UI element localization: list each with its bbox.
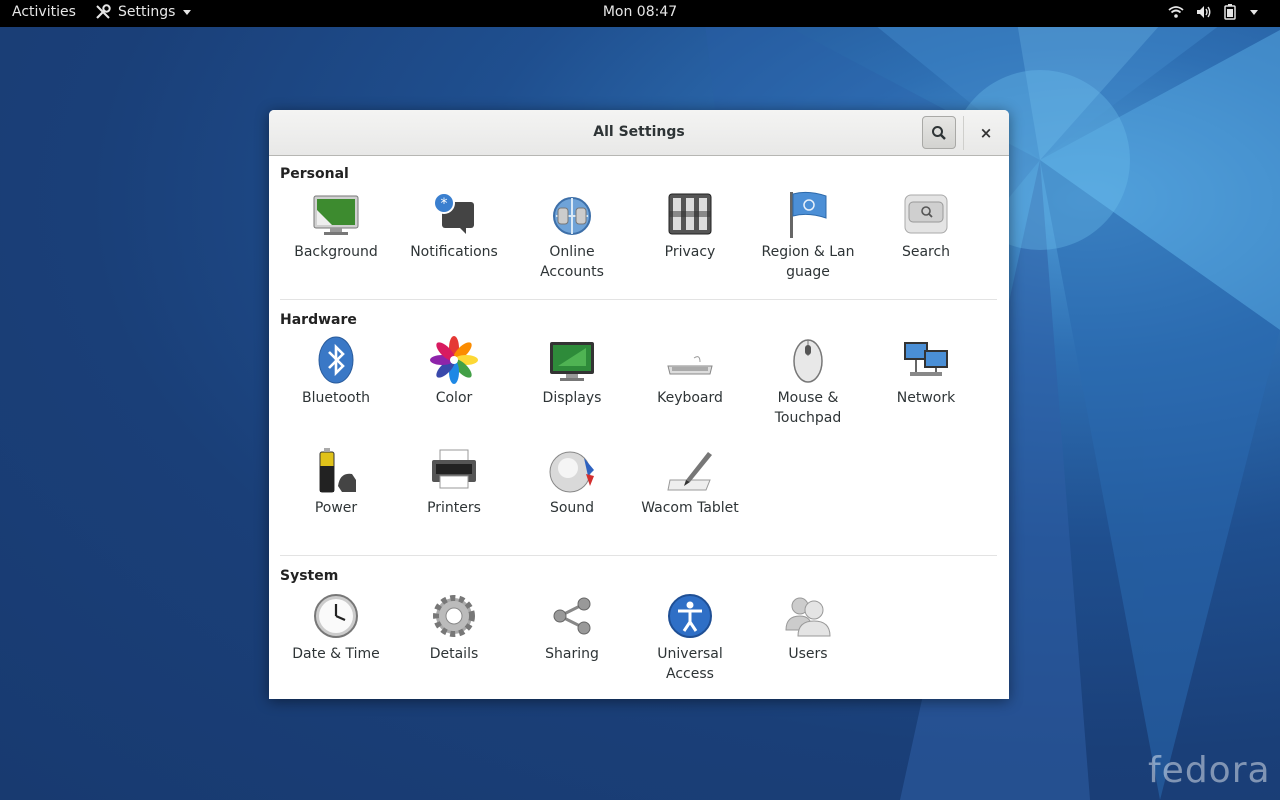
svg-text:*: * — [441, 196, 448, 212]
accessibility-icon — [668, 594, 712, 638]
app-menu-label: Settings — [118, 4, 176, 20]
panel-label: Sharing — [545, 646, 599, 662]
panel-bluetooth[interactable]: Bluetooth — [277, 336, 395, 408]
panel-users[interactable]: Users — [749, 592, 867, 664]
search-icon — [932, 125, 946, 140]
panel-search[interactable]: Search — [867, 190, 985, 262]
panel-region-language[interactable]: Region & Lan guage — [749, 190, 867, 282]
panel-universal-access[interactable]: Universal Access — [631, 592, 749, 684]
window-title: All Settings — [593, 124, 685, 140]
power-icon — [319, 448, 356, 493]
header-bar: All Settings × — [269, 110, 1009, 156]
online-accounts-icon — [553, 197, 591, 235]
panel-label: Users — [788, 646, 828, 662]
sound-icon — [549, 451, 594, 493]
panel-color[interactable]: Color — [395, 336, 513, 408]
privacy-icon — [668, 193, 712, 235]
users-icon — [785, 597, 831, 637]
panel-date-time[interactable]: Date & Time — [277, 592, 395, 664]
panel-sound[interactable]: Sound — [513, 446, 631, 518]
panel-background[interactable]: Background — [277, 190, 395, 262]
panel-label: Power — [314, 500, 358, 516]
panel-label: Date & Time — [292, 646, 380, 662]
chevron-down-icon — [1250, 9, 1258, 15]
panel-label: Displays — [542, 390, 602, 406]
displays-icon — [550, 342, 594, 381]
share-icon — [553, 597, 591, 635]
gear-icon — [433, 595, 475, 637]
fedora-logo: fedora — [1148, 750, 1271, 791]
panel-notifications[interactable]: * Notifications — [395, 190, 513, 262]
volume-icon — [1197, 6, 1211, 18]
network-icon — [904, 342, 948, 376]
panel-label: Online Accounts — [540, 244, 604, 280]
panel-label: Universal Access — [657, 646, 723, 682]
wacom-tablet-icon — [667, 452, 712, 491]
panel-label: Keyboard — [657, 390, 723, 406]
clock-icon — [314, 594, 358, 638]
panel-label: Color — [435, 390, 473, 406]
settings-window: All Settings × Personal Background * Not — [269, 110, 1009, 699]
section-divider — [280, 555, 997, 556]
chevron-down-icon — [183, 9, 192, 15]
search-button[interactable] — [922, 116, 956, 149]
panel-online-accounts[interactable]: Online Accounts — [513, 190, 631, 282]
clock[interactable]: Mon 08:47 — [603, 4, 677, 20]
color-icon — [430, 336, 478, 384]
panel-label: Printers — [427, 500, 481, 516]
panel-label: Bluetooth — [302, 390, 370, 406]
section-title-personal: Personal — [280, 166, 349, 182]
panel-sharing[interactable]: Sharing — [513, 592, 631, 664]
section-title-system: System — [280, 568, 339, 584]
panel-keyboard[interactable]: Keyboard — [631, 336, 749, 408]
section-title-hardware: Hardware — [280, 312, 357, 328]
panel-label: Sound — [549, 500, 595, 516]
region-flag-icon — [790, 191, 827, 238]
printer-icon — [432, 449, 476, 489]
panel-mouse-touchpad[interactable]: Mouse & Touchpad — [749, 336, 867, 428]
notifications-icon: * — [433, 192, 474, 234]
panel-network[interactable]: Network — [867, 336, 985, 408]
close-button[interactable]: × — [971, 118, 1001, 148]
activities-button[interactable]: Activities — [12, 4, 76, 20]
panel-details[interactable]: Details — [395, 592, 513, 664]
settings-tools-icon — [96, 4, 111, 19]
search-panel-icon — [904, 194, 948, 234]
panel-displays[interactable]: Displays — [513, 336, 631, 408]
wifi-icon — [1168, 6, 1184, 18]
panel-power[interactable]: Power — [277, 446, 395, 518]
panel-privacy[interactable]: Privacy — [631, 190, 749, 262]
mouse-icon — [793, 339, 823, 383]
background-icon — [313, 195, 359, 235]
section-divider — [280, 299, 997, 300]
battery-icon — [1224, 4, 1236, 20]
panel-label: Mouse & Touchpad — [774, 390, 842, 426]
panel-label: Search — [901, 244, 951, 260]
panel-label: Notifications — [410, 244, 498, 260]
top-bar: Activities Settings Mon 08:47 — [0, 0, 1280, 27]
panel-printers[interactable]: Printers — [395, 446, 513, 518]
panel-wacom-tablet[interactable]: Wacom Tablet — [631, 446, 749, 518]
bluetooth-icon — [318, 336, 354, 384]
system-tray[interactable] — [1168, 4, 1258, 20]
panel-label: Privacy — [664, 244, 716, 260]
panel-label: Network — [896, 390, 956, 406]
header-separator — [963, 116, 964, 150]
panel-label: Wacom Tablet — [641, 500, 739, 516]
panel-label: Background — [294, 244, 378, 260]
panel-label: Region & Lan guage — [761, 244, 855, 280]
panel-label: Details — [429, 646, 479, 662]
keyboard-icon — [667, 356, 713, 375]
app-menu[interactable]: Settings — [94, 3, 192, 21]
